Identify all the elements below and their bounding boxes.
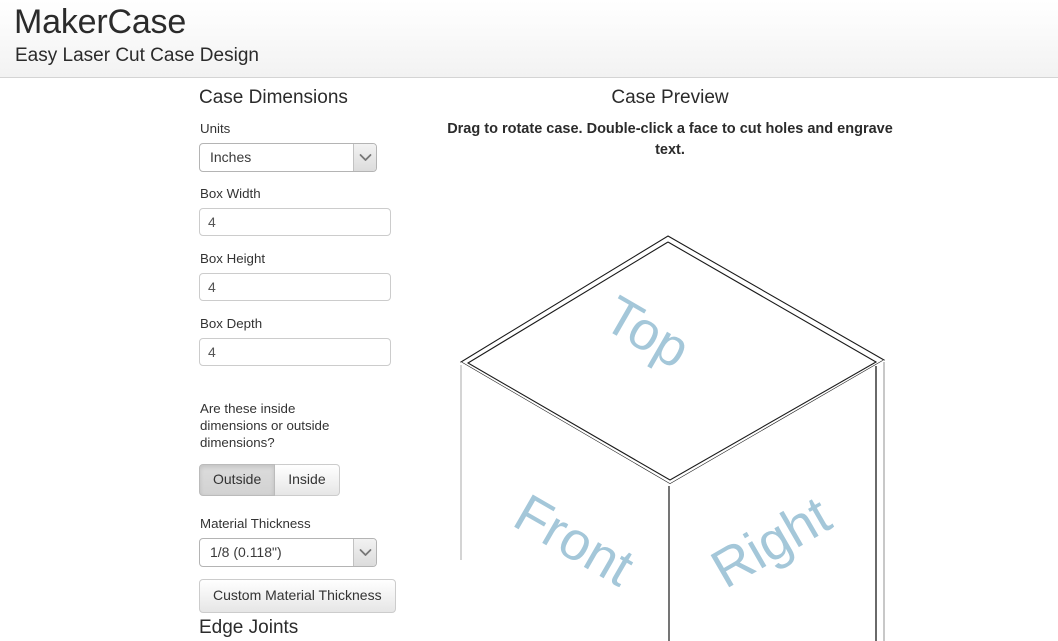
app-title: MakerCase [14, 3, 187, 41]
box-height-label: Box Height [200, 251, 266, 266]
box-depth-input[interactable] [199, 338, 391, 366]
box-width-input[interactable] [199, 208, 391, 236]
units-label: Units [200, 121, 231, 136]
chevron-down-icon[interactable] [353, 539, 376, 566]
case-dimensions-form: Case Dimensions Units Inches Box Width B… [199, 78, 414, 641]
dimension-type-question: Are these inside dimensions or outside d… [200, 401, 330, 450]
case-preview-hint: Drag to rotate case. Double-click a face… [447, 121, 893, 158]
case-preview-canvas[interactable]: Top Front Right [420, 160, 940, 641]
units-select[interactable]: Inches [199, 143, 377, 172]
edge-joints-heading: Edge Joints [199, 617, 299, 638]
app-header: MakerCase Easy Laser Cut Case Design [0, 0, 1058, 78]
inside-button[interactable]: Inside [275, 464, 340, 496]
case-dimensions-heading: Case Dimensions [199, 87, 348, 108]
material-thickness-select[interactable]: 1/8 (0.118") [199, 538, 377, 567]
case-preview-heading: Case Preview [611, 87, 729, 108]
material-thickness-label: Material Thickness [200, 516, 311, 531]
app-subtitle: Easy Laser Cut Case Design [15, 45, 259, 66]
chevron-down-icon[interactable] [353, 144, 376, 171]
isometric-case-svg[interactable]: Top Front Right [420, 160, 940, 641]
box-width-label: Box Width [200, 186, 261, 201]
box-height-input[interactable] [199, 273, 391, 301]
material-thickness-select-value[interactable]: 1/8 (0.118") [199, 538, 377, 567]
custom-material-thickness-button[interactable]: Custom Material Thickness [199, 579, 396, 613]
units-select-value[interactable]: Inches [199, 143, 377, 172]
dimension-type-toggle[interactable]: Outside Inside [199, 464, 340, 496]
box-depth-label: Box Depth [200, 316, 263, 331]
outside-button[interactable]: Outside [199, 464, 276, 496]
